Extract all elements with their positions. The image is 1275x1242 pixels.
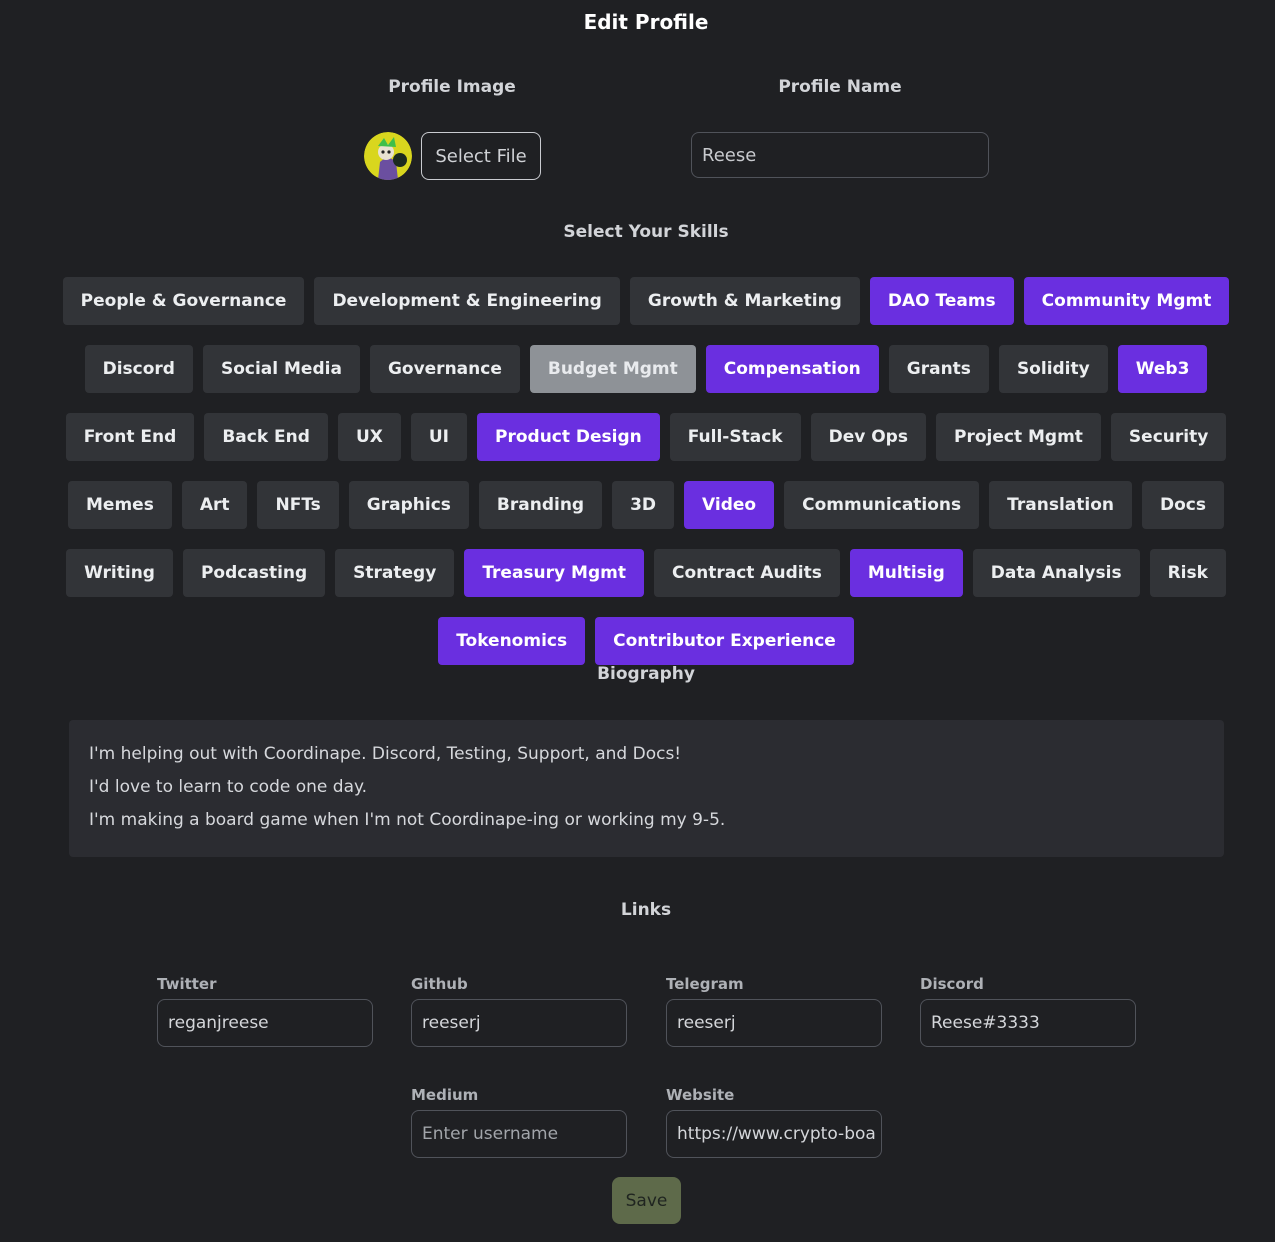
skill-chip[interactable]: 3D xyxy=(612,481,675,529)
skill-chip[interactable]: Dev Ops xyxy=(810,413,926,461)
telegram-label: Telegram xyxy=(666,975,744,993)
skill-chip[interactable]: Front End xyxy=(65,413,195,461)
skill-chip[interactable]: Development & Engineering xyxy=(314,277,620,325)
skill-chip[interactable]: Grants xyxy=(888,345,989,393)
twitter-input[interactable]: reganjreese xyxy=(157,999,373,1047)
biography-label: Biography xyxy=(597,664,695,684)
website-input[interactable]: https://www.crypto-boa xyxy=(666,1110,882,1158)
skill-chip[interactable]: Writing xyxy=(66,549,173,597)
skill-chip[interactable]: Docs xyxy=(1142,481,1224,529)
skill-chip[interactable]: Data Analysis xyxy=(972,549,1140,597)
github-input[interactable]: reeserj xyxy=(411,999,627,1047)
skill-chip[interactable]: Multisig xyxy=(849,549,963,597)
skill-chip[interactable]: Memes xyxy=(68,481,172,529)
skills-label: Select Your Skills xyxy=(563,222,729,242)
skill-chip[interactable]: Solidity xyxy=(998,345,1108,393)
twitter-label: Twitter xyxy=(157,975,217,993)
skill-chip[interactable]: Art xyxy=(181,481,248,529)
skill-chip[interactable]: Contract Audits xyxy=(653,549,840,597)
skill-chip[interactable]: UX xyxy=(337,413,401,461)
skills-grid: People & Governance Development & Enginee… xyxy=(60,277,1232,675)
skill-chip[interactable]: Strategy xyxy=(335,549,455,597)
profile-image-label: Profile Image xyxy=(388,77,516,97)
links-label: Links xyxy=(620,900,672,920)
avatar xyxy=(364,132,412,180)
skill-chip[interactable]: Back End xyxy=(204,413,328,461)
skill-chip[interactable]: Security xyxy=(1110,413,1227,461)
skill-chip[interactable]: Project Mgmt xyxy=(935,413,1101,461)
skill-chip[interactable]: Full-Stack xyxy=(669,413,801,461)
skill-chip[interactable]: Social Media xyxy=(202,345,360,393)
skill-chip[interactable]: Risk xyxy=(1149,549,1226,597)
skill-chip[interactable]: Communications xyxy=(784,481,980,529)
discord-input[interactable]: Reese#3333 xyxy=(920,999,1136,1047)
biography-line: I'd love to learn to code one day. xyxy=(89,777,368,797)
skill-chip[interactable]: Budget Mgmt xyxy=(529,345,696,393)
page-title: Edit Profile xyxy=(583,10,709,34)
skill-chip[interactable]: Governance xyxy=(369,345,520,393)
select-file-button[interactable]: Select File xyxy=(421,132,541,180)
biography-textarea[interactable]: I'm helping out with Coordinape. Discord… xyxy=(69,720,1224,857)
skill-chip[interactable]: Podcasting xyxy=(182,549,326,597)
telegram-input[interactable]: reeserj xyxy=(666,999,882,1047)
skill-chip[interactable]: People & Governance xyxy=(62,277,305,325)
skill-chip[interactable]: Contributor Experience xyxy=(595,617,854,665)
profile-name-label: Profile Name xyxy=(778,77,902,97)
skill-chip[interactable]: Community Mgmt xyxy=(1023,277,1230,325)
medium-input[interactable]: Enter username xyxy=(411,1110,627,1158)
biography-line: I'm helping out with Coordinape. Discord… xyxy=(89,744,682,764)
skill-chip[interactable]: Treasury Mgmt xyxy=(464,549,644,597)
skill-chip[interactable]: Discord xyxy=(84,345,193,393)
skill-chip[interactable]: UI xyxy=(410,413,467,461)
medium-label: Medium xyxy=(411,1086,479,1104)
skill-chip[interactable]: Tokenomics xyxy=(438,617,586,665)
skill-chip[interactable]: Translation xyxy=(989,481,1132,529)
save-button[interactable]: Save xyxy=(612,1177,681,1224)
skill-chip[interactable]: Web3 xyxy=(1117,345,1208,393)
github-label: Github xyxy=(411,975,468,993)
skill-chip[interactable]: Graphics xyxy=(348,481,469,529)
discord-label: Discord xyxy=(920,975,984,993)
skill-chip[interactable]: DAO Teams xyxy=(869,277,1014,325)
skill-chip[interactable]: Video xyxy=(684,481,775,529)
skill-chip[interactable]: NFTs xyxy=(257,481,339,529)
skill-chip[interactable]: Growth & Marketing xyxy=(629,277,860,325)
profile-name-input[interactable]: Reese xyxy=(691,132,989,178)
skill-chip[interactable]: Branding xyxy=(478,481,603,529)
website-label: Website xyxy=(666,1086,735,1104)
biography-line: I'm making a board game when I'm not Coo… xyxy=(89,810,726,830)
skill-chip[interactable]: Product Design xyxy=(477,413,660,461)
skill-chip[interactable]: Compensation xyxy=(705,345,879,393)
